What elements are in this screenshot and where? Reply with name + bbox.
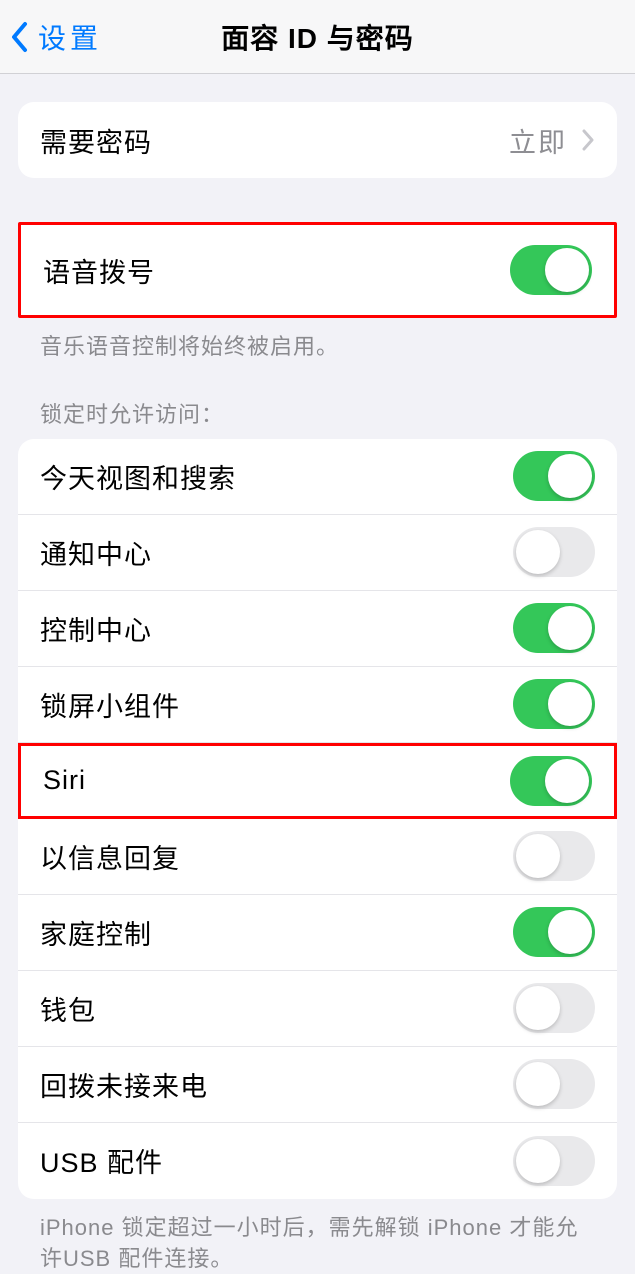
toggle-knob	[545, 248, 589, 292]
toggle-knob	[516, 1062, 560, 1106]
lock-access-label: 以信息回复	[40, 837, 180, 876]
lock-access-label: USB 配件	[40, 1141, 163, 1180]
lock-access-label: 回拨未接来电	[40, 1065, 208, 1104]
lock-access-row[interactable]: Siri	[18, 743, 617, 819]
toggle-knob	[545, 759, 589, 803]
chevron-left-icon	[10, 21, 30, 53]
require-passcode-label: 需要密码	[40, 121, 152, 160]
lock-access-label: 控制中心	[40, 609, 152, 648]
lock-access-toggle[interactable]	[513, 907, 595, 957]
lock-access-toggle[interactable]	[513, 603, 595, 653]
lock-access-header: 锁定时允许访问：	[18, 397, 617, 439]
require-passcode-row[interactable]: 需要密码 立即	[18, 102, 617, 178]
voice-dial-row[interactable]: 语音拨号	[21, 225, 614, 315]
back-label: 设置	[38, 17, 102, 57]
cell-right: 立即	[509, 121, 595, 160]
lock-access-row[interactable]: 回拨未接来电	[18, 1047, 617, 1123]
toggle-knob	[516, 834, 560, 878]
toggle-knob	[516, 986, 560, 1030]
lock-access-toggle[interactable]	[513, 1136, 595, 1186]
toggle-knob	[548, 910, 592, 954]
lock-access-row[interactable]: USB 配件	[18, 1123, 617, 1199]
lock-access-row[interactable]: 锁屏小组件	[18, 667, 617, 743]
lock-access-toggle[interactable]	[513, 527, 595, 577]
lock-access-footer: iPhone 锁定超过一小时后，需先解锁 iPhone 才能允许USB 配件连接…	[18, 1199, 617, 1274]
lock-access-row[interactable]: 今天视图和搜索	[18, 439, 617, 515]
back-button[interactable]: 设置	[0, 17, 102, 57]
page-title: 面容 ID 与密码	[221, 17, 414, 57]
lock-access-row[interactable]: 家庭控制	[18, 895, 617, 971]
toggle-knob	[548, 606, 592, 650]
lock-access-row[interactable]: 钱包	[18, 971, 617, 1047]
lock-access-row[interactable]: 控制中心	[18, 591, 617, 667]
require-passcode-value: 立即	[509, 121, 567, 160]
voice-dial-toggle[interactable]	[510, 245, 592, 295]
lock-access-toggle[interactable]	[510, 756, 592, 806]
voice-dial-footer: 音乐语音控制将始终被启用。	[18, 318, 617, 363]
lock-access-list: 今天视图和搜索通知中心控制中心锁屏小组件 Siri 以信息回复家庭控制钱包回拨未接来…	[18, 439, 617, 1199]
content: 需要密码 立即 语音拨号 音乐语音控制将始终被启用	[0, 102, 635, 1274]
nav-bar: 设置 面容 ID 与密码	[0, 0, 635, 74]
chevron-right-icon	[581, 129, 595, 151]
voice-dial-label: 语音拨号	[43, 251, 155, 290]
toggle-knob	[516, 530, 560, 574]
lock-access-toggle[interactable]	[513, 451, 595, 501]
lock-access-label: Siri	[43, 765, 86, 796]
lock-access-group: 锁定时允许访问： 今天视图和搜索通知中心控制中心锁屏小组件 Siri 以信息回复家庭…	[18, 397, 617, 1274]
lock-access-label: 锁屏小组件	[40, 685, 180, 724]
passcode-group: 需要密码 立即	[18, 102, 617, 178]
lock-access-row[interactable]: 通知中心	[18, 515, 617, 591]
lock-access-label: 今天视图和搜索	[40, 457, 236, 496]
lock-access-toggle[interactable]	[513, 983, 595, 1033]
voice-dial-group: 语音拨号 音乐语音控制将始终被启用。	[18, 222, 617, 363]
lock-access-label: 家庭控制	[40, 913, 152, 952]
lock-access-label: 通知中心	[40, 533, 152, 572]
toggle-knob	[548, 682, 592, 726]
toggle-knob	[548, 454, 592, 498]
lock-access-label: 钱包	[40, 989, 96, 1028]
lock-access-row[interactable]: 以信息回复	[18, 819, 617, 895]
lock-access-toggle[interactable]	[513, 679, 595, 729]
voice-dial-highlight: 语音拨号	[18, 222, 617, 318]
toggle-knob	[516, 1139, 560, 1183]
lock-access-toggle[interactable]	[513, 831, 595, 881]
lock-access-toggle[interactable]	[513, 1059, 595, 1109]
